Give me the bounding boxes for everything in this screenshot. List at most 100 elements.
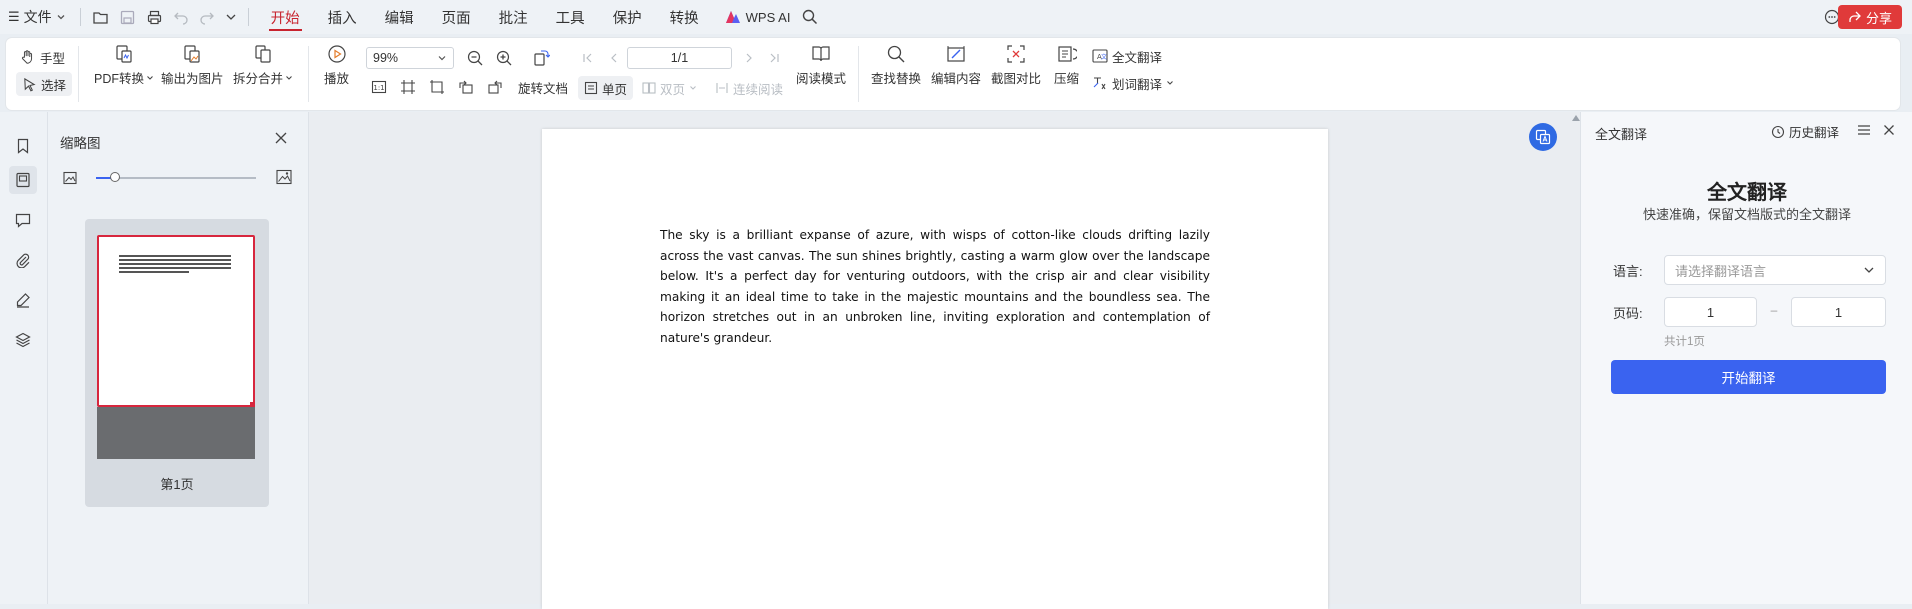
zoom-select[interactable]: 99% [366, 47, 454, 69]
page-thumbnail[interactable] [97, 235, 255, 407]
play-button[interactable]: 播放 [324, 44, 349, 87]
close-icon[interactable] [1883, 124, 1895, 136]
first-page-icon[interactable] [580, 47, 596, 69]
start-translate-label: 开始翻译 [1721, 371, 1776, 386]
floating-translate-icon[interactable] [1529, 123, 1557, 151]
single-page-button[interactable]: 单页 [578, 76, 634, 100]
tab-page[interactable]: 页面 [428, 0, 485, 34]
file-menu[interactable]: ☰ 文件 [0, 0, 74, 34]
small-thumbnail-icon[interactable] [63, 171, 77, 185]
document-view[interactable]: The sky is a brilliant expanse of azure,… [309, 112, 1580, 609]
full-translate-button[interactable]: A文 全文翻译 [1092, 46, 1162, 66]
search-icon[interactable] [798, 0, 822, 34]
comment-icon[interactable] [9, 206, 37, 234]
page-from-input[interactable]: 1 [1664, 297, 1757, 327]
vertical-scrollbar[interactable] [1572, 112, 1580, 604]
rotate-left-icon[interactable] [456, 76, 476, 98]
rotate-doc-label: 旋转文档 [518, 81, 569, 96]
divider [858, 46, 859, 102]
reading-mode-button[interactable]: 阅读模式 [796, 44, 846, 87]
rotate-doc-button[interactable]: 旋转文档 [518, 76, 568, 98]
edit-content-button[interactable]: 编辑内容 [931, 44, 981, 87]
hand-tool-button[interactable]: 手型 [20, 46, 65, 68]
tab-start[interactable]: 开始 [257, 0, 314, 34]
tab-protect[interactable]: 保护 [599, 0, 656, 34]
chevron-down-icon [1167, 81, 1173, 85]
zoom-out-icon[interactable] [464, 47, 486, 69]
pdf-convert-button[interactable]: PDF转换 [94, 44, 154, 87]
tab-edit[interactable]: 编辑 [371, 0, 428, 34]
zoom-value: 99% [373, 51, 399, 65]
split-merge-button[interactable]: 拆分合并 [233, 44, 293, 87]
rotate-right-icon[interactable] [485, 76, 505, 98]
tab-insert[interactable]: 插入 [314, 0, 371, 34]
bookmark-icon[interactable] [9, 132, 37, 160]
last-page-icon[interactable] [766, 47, 782, 69]
language-select[interactable]: 请选择翻译语言 [1664, 255, 1886, 285]
svg-text:1:1: 1:1 [373, 84, 384, 92]
share-button[interactable]: 分享 [1837, 5, 1902, 29]
page-range-separator: – [1770, 303, 1778, 317]
save-icon[interactable] [114, 0, 141, 34]
signature-icon[interactable] [9, 286, 37, 314]
total-pages-text: 共计1页 [1664, 336, 1705, 348]
chevron-down-icon [147, 75, 153, 80]
document-page[interactable]: The sky is a brilliant expanse of azure,… [542, 129, 1328, 609]
word-translate-label: 划词翻译 [1112, 77, 1163, 92]
hand-icon [21, 50, 33, 64]
attachment-icon[interactable] [9, 246, 37, 274]
share-label: 分享 [1865, 10, 1892, 26]
divider [78, 46, 79, 102]
layers-icon[interactable] [9, 326, 37, 354]
thumbnail-panel: 缩略图 第1页 [48, 112, 309, 604]
play-icon [327, 45, 346, 63]
next-page-icon[interactable] [741, 47, 757, 69]
pdf-convert-label: PDF转换 [94, 72, 145, 86]
word-translate-button[interactable]: 划词翻译 [1092, 72, 1174, 94]
page-number-input[interactable]: 1/1 [627, 47, 732, 69]
chevron-down-icon [438, 56, 446, 61]
redo-icon[interactable] [194, 0, 220, 34]
scroll-up-icon[interactable] [1572, 115, 1580, 121]
tab-tools[interactable]: 工具 [542, 0, 599, 34]
print-icon[interactable] [141, 0, 168, 34]
find-replace-button[interactable]: 查找替换 [871, 44, 921, 87]
zoom-in-icon[interactable] [493, 47, 515, 69]
actual-size-icon[interactable]: 1:1 [369, 76, 389, 98]
thumbnail-size-slider[interactable] [96, 172, 256, 182]
tab-label: 编辑 [384, 10, 414, 27]
history-translate-label: 历史翻译 [1789, 126, 1840, 140]
history-icon [1771, 125, 1785, 138]
history-translate-button[interactable]: 历史翻译 [1771, 122, 1839, 141]
slider-thumb[interactable] [110, 172, 121, 182]
close-icon[interactable] [274, 131, 288, 145]
menu-icon[interactable] [1857, 124, 1871, 136]
start-translate-button[interactable]: 开始翻译 [1611, 360, 1886, 394]
page-paragraph[interactable]: The sky is a brilliant expanse of azure,… [660, 225, 1210, 348]
select-tool-button[interactable]: 选择 [16, 72, 73, 96]
undo-icon[interactable] [168, 0, 194, 34]
double-page-button[interactable]: 双页 [642, 76, 697, 100]
translate-heading: 全文翻译 [1707, 182, 1787, 204]
page-to-input[interactable]: 1 [1791, 297, 1886, 327]
tab-label: 插入 [327, 10, 357, 27]
fit-page-icon[interactable] [398, 76, 418, 98]
thumbnail-icon[interactable] [9, 166, 37, 194]
tab-convert[interactable]: 转换 [656, 0, 713, 34]
compress-button[interactable]: 压缩 [1054, 44, 1079, 87]
open-folder-icon[interactable] [87, 0, 114, 34]
double-page-icon [642, 82, 656, 94]
page-thumbnail-card[interactable]: 第1页 [85, 219, 269, 507]
screenshot-compare-button[interactable]: 截图对比 [991, 44, 1041, 87]
word-translate-icon [1093, 77, 1106, 90]
continuous-reading-button[interactable]: 连续阅读 [715, 76, 783, 100]
language-placeholder: 请选择翻译语言 [1675, 263, 1767, 279]
export-image-button[interactable]: 输出为图片 [161, 44, 224, 87]
large-thumbnail-icon[interactable] [276, 169, 292, 185]
wps-ai-button[interactable]: WPS AI [713, 0, 799, 34]
previous-page-icon[interactable] [606, 47, 622, 69]
rotate-doc-top-icon[interactable] [530, 47, 552, 69]
tab-annotate[interactable]: 批注 [485, 0, 542, 34]
fit-width-icon[interactable] [427, 76, 447, 98]
quick-access-dropdown-icon[interactable] [220, 0, 242, 34]
